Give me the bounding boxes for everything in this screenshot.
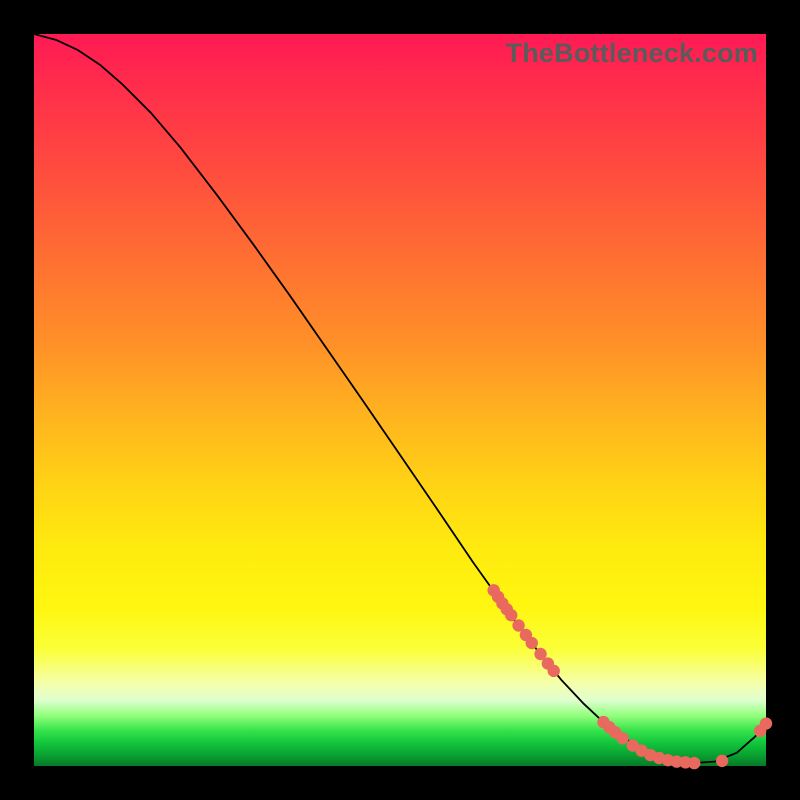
data-dot: [548, 665, 560, 677]
plot-area: TheBottleneck.com: [34, 34, 766, 766]
data-dot: [616, 732, 628, 744]
data-dot: [526, 637, 538, 649]
data-dots: [488, 584, 773, 769]
data-dot: [760, 717, 772, 729]
chart-container: TheBottleneck.com: [0, 0, 800, 800]
data-dot: [688, 757, 700, 769]
data-dot: [505, 609, 517, 621]
chart-svg: [34, 34, 766, 766]
curve-line: [34, 34, 766, 763]
data-dot: [716, 755, 728, 767]
